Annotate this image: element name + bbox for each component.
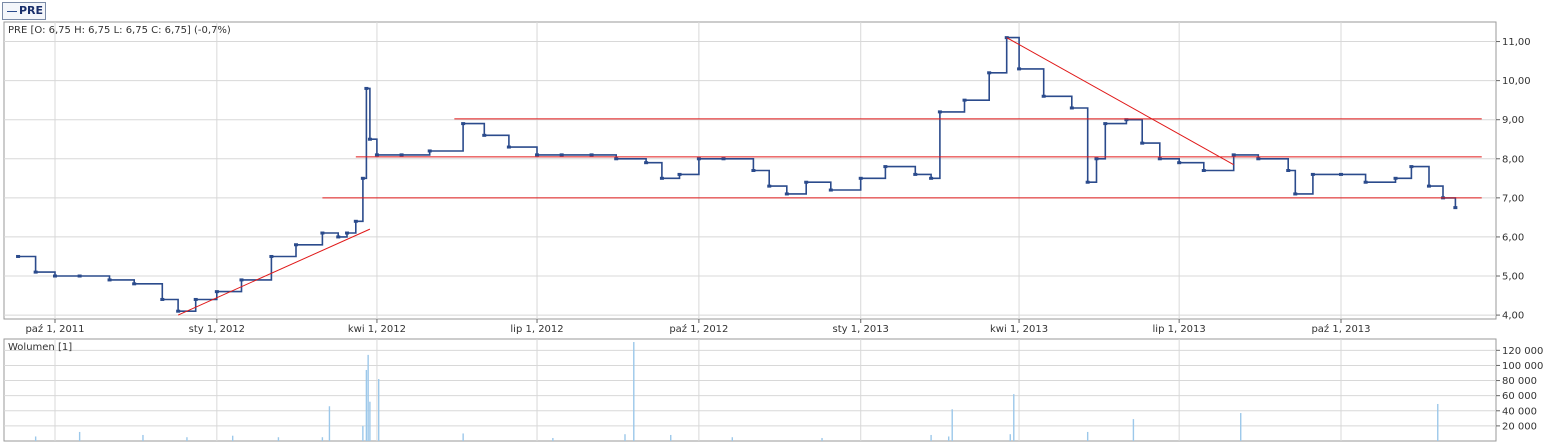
y-tick-label: 8,00 xyxy=(1502,154,1524,165)
price-point xyxy=(535,153,540,157)
volume-y-tick-label: 80 000 xyxy=(1502,376,1537,387)
volume-y-tick-label: 60 000 xyxy=(1502,391,1537,402)
y-tick-label: 4,00 xyxy=(1502,311,1524,322)
volume-y-tick-label: 100 000 xyxy=(1502,361,1543,372)
price-point xyxy=(559,153,564,157)
price-point xyxy=(1094,157,1099,161)
x-tick-label: paź 1, 2012 xyxy=(669,323,728,335)
price-point xyxy=(1256,157,1261,161)
price-point xyxy=(1069,106,1074,110)
price-point xyxy=(239,278,244,282)
price-point xyxy=(269,254,274,258)
price-point xyxy=(1339,172,1343,176)
price-point xyxy=(987,71,992,75)
price-point xyxy=(804,180,809,184)
price-point xyxy=(132,282,137,286)
price-point xyxy=(929,176,934,180)
price-point xyxy=(53,274,57,278)
price-point xyxy=(374,153,379,157)
price-point xyxy=(294,243,299,247)
y-tick-label: 11,00 xyxy=(1502,37,1531,48)
price-point xyxy=(399,153,404,157)
price-point xyxy=(1293,192,1298,196)
price-point xyxy=(937,110,942,114)
price-point xyxy=(360,176,365,180)
price-point xyxy=(1157,157,1162,161)
y-tick-label: 9,00 xyxy=(1502,115,1524,126)
price-point xyxy=(883,165,888,169)
price-point xyxy=(784,192,789,196)
price-point xyxy=(1017,67,1022,71)
chart-area: paź 1, 2011 sty 1, 2012 kwi 1, 2012 lip 1, … xyxy=(3,21,1543,442)
price-point xyxy=(1409,165,1414,169)
x-tick-label: lip 1, 2012 xyxy=(510,324,563,335)
price-point xyxy=(353,219,358,223)
price-panel-frame xyxy=(3,21,1497,320)
price-point xyxy=(320,231,325,235)
x-tick-label: kwi 1, 2012 xyxy=(348,324,406,335)
y-tick-label: 5,00 xyxy=(1502,272,1524,283)
volume-y-tick-label: 120 000 xyxy=(1502,346,1543,357)
price-point xyxy=(644,161,649,165)
price-point xyxy=(1363,180,1368,184)
price-point xyxy=(214,290,219,294)
price-point xyxy=(336,235,341,239)
price-point xyxy=(659,176,664,180)
price-point xyxy=(1041,94,1046,98)
price-panel-title: PRE [O: 6,75 H: 6,75 L: 6,75 C: 6,75] (-… xyxy=(8,25,231,36)
price-point xyxy=(721,157,726,161)
price-point xyxy=(1286,169,1291,172)
price-point xyxy=(614,157,619,161)
price-point xyxy=(1177,161,1182,165)
y-tick-label: 10,00 xyxy=(1502,76,1531,87)
price-point xyxy=(107,278,112,282)
y-tick-label: 7,00 xyxy=(1502,193,1524,204)
price-point xyxy=(176,309,181,313)
price-point xyxy=(1426,184,1431,188)
price-point xyxy=(367,137,372,141)
y-tick-label: 6,00 xyxy=(1502,232,1524,243)
x-tick-label: sty 1, 2012 xyxy=(189,324,245,335)
price-point xyxy=(16,254,21,258)
price-point xyxy=(160,297,165,301)
price-point xyxy=(33,270,38,274)
price-point xyxy=(751,169,756,172)
price-point xyxy=(364,86,369,90)
price-point xyxy=(1103,122,1108,126)
price-point xyxy=(506,145,511,149)
price-point xyxy=(1393,176,1398,180)
x-tick-label: lip 1, 2013 xyxy=(1153,324,1206,335)
x-tick-label: sty 1, 2013 xyxy=(833,324,889,335)
price-point xyxy=(767,184,772,188)
price-point xyxy=(427,149,432,153)
x-tick-label: paź 1, 2013 xyxy=(1311,323,1370,335)
volume-panel-title: Wolumen [1] xyxy=(8,342,72,353)
x-tick-label: paź 1, 2011 xyxy=(25,323,84,335)
price-point xyxy=(461,122,466,126)
volume-y-tick-label: 20 000 xyxy=(1502,421,1537,432)
price-point xyxy=(962,98,967,102)
price-point xyxy=(77,274,82,278)
price-point xyxy=(913,172,918,176)
price-point xyxy=(828,188,833,192)
x-tick-label: kwi 1, 2013 xyxy=(990,324,1048,335)
price-point xyxy=(345,231,350,235)
price-point xyxy=(1140,141,1145,145)
price-point xyxy=(1085,180,1090,184)
price-point xyxy=(1231,153,1236,157)
price-point xyxy=(858,176,863,180)
price-point xyxy=(1201,169,1206,172)
price-point xyxy=(1453,206,1458,210)
volume-y-tick-label: 40 000 xyxy=(1502,406,1537,417)
price-point xyxy=(193,297,198,301)
price-point xyxy=(1310,172,1315,176)
price-point xyxy=(482,133,487,137)
price-point xyxy=(589,153,594,157)
price-point xyxy=(696,157,701,161)
price-point xyxy=(677,172,682,176)
